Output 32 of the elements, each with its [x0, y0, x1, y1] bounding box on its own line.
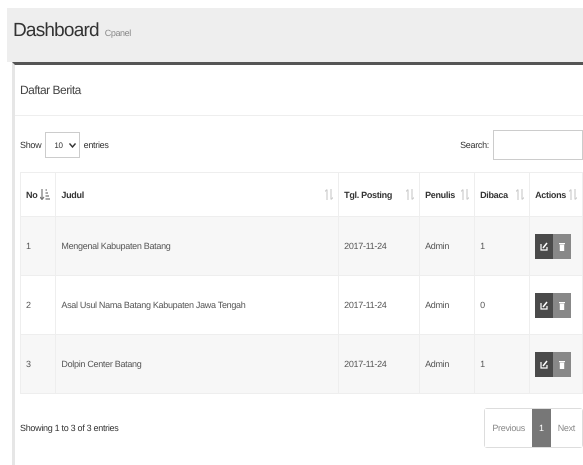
table-cell: 1: [474, 334, 530, 394]
column-header[interactable]: No: [20, 172, 56, 216]
entries-label: entries: [84, 140, 109, 150]
edit-button[interactable]: [535, 292, 554, 318]
edit-icon: [540, 300, 548, 310]
caret-icon: [68, 142, 76, 148]
table-cell: 3: [20, 334, 56, 394]
column-header[interactable]: Judul: [56, 172, 339, 216]
trash-icon: [559, 242, 566, 250]
table-cell: Admin: [420, 334, 475, 394]
edit-button[interactable]: [535, 352, 554, 376]
entries-select[interactable]: 10: [45, 132, 80, 158]
page-subtitle: Cpanel: [104, 28, 131, 38]
page-title: Dashboard: [13, 20, 99, 42]
table-cell: Dolpin Center Batang: [56, 334, 339, 394]
edit-button[interactable]: [535, 234, 554, 258]
search-field[interactable]: [493, 130, 583, 160]
table-cell: 1: [20, 216, 56, 276]
trash-icon: [559, 360, 566, 368]
show-label: Show: [20, 140, 42, 150]
table-cell: 2017-11-24: [338, 334, 420, 394]
table-cell: 2017-11-24: [338, 216, 420, 276]
table-cell: 1: [474, 216, 530, 276]
trash-icon: [559, 300, 566, 310]
panel-title: Daftar Berita: [20, 83, 81, 97]
page-button[interactable]: 1: [532, 409, 551, 447]
table-cell: Mengenal Kabupaten Batang: [56, 216, 339, 276]
search-label: Search:: [460, 140, 489, 150]
table-info: Showing 1 to 3 of 3 entries: [20, 423, 118, 433]
edit-icon: [540, 360, 548, 368]
edit-icon: [540, 242, 548, 250]
table-cell: Admin: [420, 216, 475, 276]
